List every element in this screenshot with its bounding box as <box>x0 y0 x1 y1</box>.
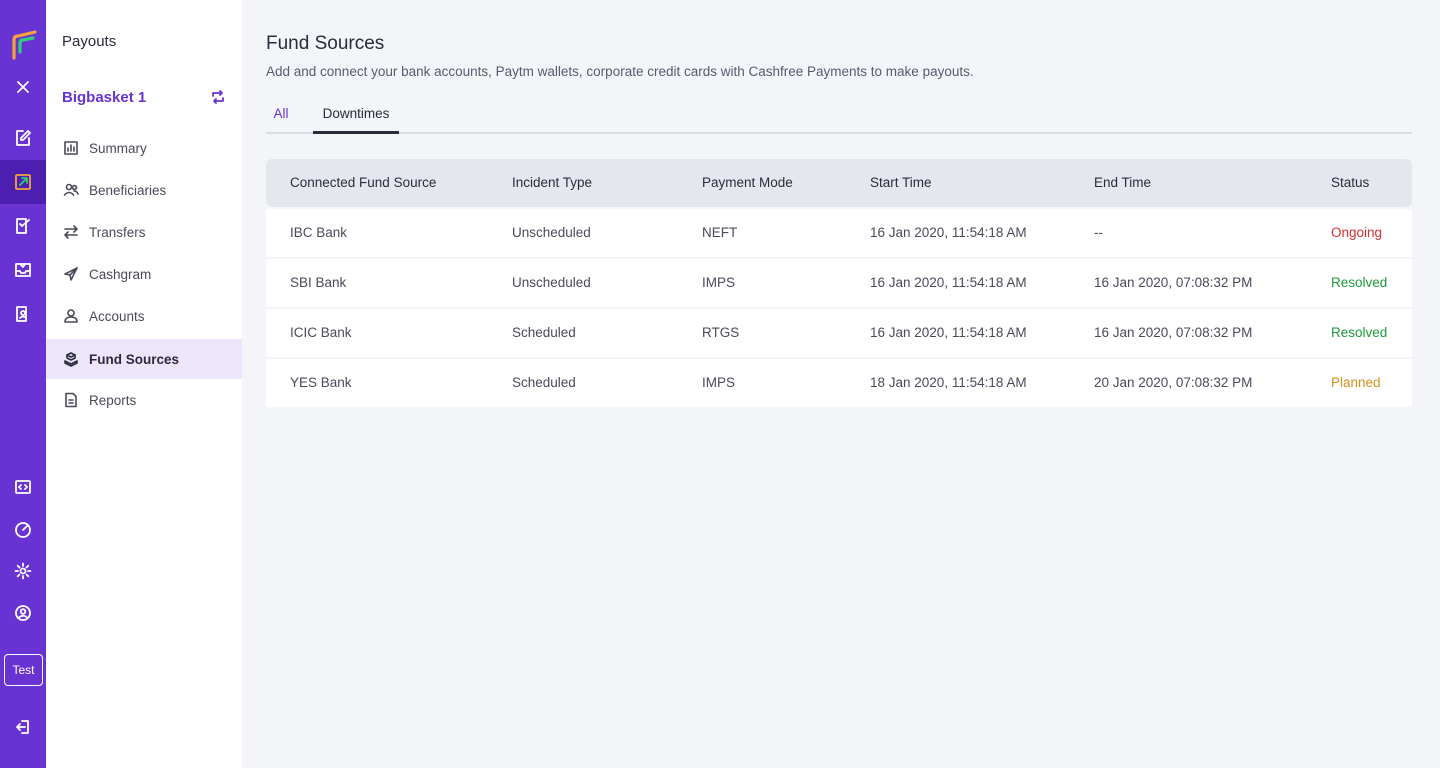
sidebar-item-summary[interactable]: Summary <box>46 128 242 168</box>
edit-document-icon[interactable] <box>0 116 46 160</box>
column-header-incident-type[interactable]: Incident Type <box>512 175 592 190</box>
checklist-icon[interactable] <box>0 204 46 248</box>
sidebar-item-label: Reports <box>89 392 137 408</box>
sidebar-item-fund-sources[interactable]: Fund Sources <box>46 339 242 379</box>
switch-account-icon[interactable] <box>210 89 226 105</box>
payouts-icon[interactable] <box>0 160 46 204</box>
cell-fund-source: YES Bank <box>290 375 352 390</box>
cell-start-time: 16 Jan 2020, 11:54:18 AM <box>870 225 1027 240</box>
cell-payment-mode: IMPS <box>702 275 736 290</box>
transfer-arrows-icon <box>63 224 79 240</box>
cell-start-time: 16 Jan 2020, 11:54:18 AM <box>870 275 1027 290</box>
cashfree-logo <box>12 30 37 60</box>
tab-downtimes[interactable]: Downtimes <box>313 98 399 134</box>
sidebar-item-label: Accounts <box>89 308 145 324</box>
document-icon <box>63 392 79 408</box>
table-row[interactable]: ICIC Bank Scheduled RTGS 16 Jan 2020, 11… <box>266 309 1412 357</box>
account-selector[interactable]: Bigbasket 1 <box>62 86 226 108</box>
sidebar-item-label: Fund Sources <box>89 351 180 367</box>
status-badge: Planned <box>1331 375 1381 390</box>
developer-code-icon[interactable] <box>0 465 46 509</box>
cell-end-time: 20 Jan 2020, 07:08:32 PM <box>1094 375 1253 390</box>
sidebar-item-reports[interactable]: Reports <box>46 380 242 420</box>
table-row[interactable]: SBI Bank Unscheduled IMPS 16 Jan 2020, 1… <box>266 259 1412 307</box>
page-title: Fund Sources <box>266 33 385 54</box>
send-plane-icon <box>63 266 79 282</box>
fund-sources-icon <box>63 351 79 367</box>
cell-end-time: 16 Jan 2020, 07:08:32 PM <box>1094 325 1253 340</box>
column-header-end-time[interactable]: End Time <box>1094 175 1151 190</box>
sidebar-item-label: Cashgram <box>89 266 152 282</box>
status-badge: Resolved <box>1331 325 1388 340</box>
sidebar-item-label: Beneficiaries <box>89 182 167 198</box>
cell-incident-type: Scheduled <box>512 375 576 390</box>
tab-bar: All Downtimes <box>266 98 1412 134</box>
users-icon <box>63 182 79 198</box>
tab-all[interactable]: All <box>266 98 296 134</box>
cell-fund-source: SBI Bank <box>290 275 347 290</box>
sidebar-item-transfers[interactable]: Transfers <box>46 212 242 252</box>
status-badge: Resolved <box>1331 275 1388 290</box>
logout-icon[interactable] <box>0 705 46 749</box>
sidebar-item-beneficiaries[interactable]: Beneficiaries <box>46 170 242 210</box>
payouts-sidebar: Payouts Bigbasket 1 Summary Beneficiarie… <box>46 0 242 768</box>
sidebar-item-cashgram[interactable]: Cashgram <box>46 254 242 294</box>
table-header: Connected Fund Source Incident Type Paym… <box>266 159 1412 207</box>
cell-end-time: 16 Jan 2020, 07:08:32 PM <box>1094 275 1253 290</box>
user-icon <box>63 308 79 324</box>
table-row[interactable]: IBC Bank Unscheduled NEFT 16 Jan 2020, 1… <box>266 209 1412 257</box>
dashboard-gauge-icon[interactable] <box>0 508 46 552</box>
cell-fund-source: IBC Bank <box>290 225 348 240</box>
column-header-status[interactable]: Status <box>1331 175 1369 190</box>
account-name: Bigbasket 1 <box>62 88 147 106</box>
close-icon[interactable] <box>0 65 46 109</box>
cell-start-time: 16 Jan 2020, 11:54:18 AM <box>870 325 1027 340</box>
column-header-fund-source[interactable]: Connected Fund Source <box>290 175 436 190</box>
page-subtitle: Add and connect your bank accounts, Payt… <box>266 64 974 79</box>
sidebar-item-accounts[interactable]: Accounts <box>46 296 242 336</box>
status-badge: Ongoing <box>1331 225 1383 240</box>
icon-rail: Test <box>0 0 46 768</box>
cell-incident-type: Scheduled <box>512 325 576 340</box>
mail-box-icon[interactable] <box>0 248 46 292</box>
cell-end-time: -- <box>1094 225 1103 240</box>
ledger-icon[interactable] <box>0 292 46 336</box>
cell-fund-source: ICIC Bank <box>290 325 352 340</box>
table-row[interactable]: YES Bank Scheduled IMPS 18 Jan 2020, 11:… <box>266 359 1412 407</box>
column-header-payment-mode[interactable]: Payment Mode <box>702 175 793 190</box>
cell-start-time: 18 Jan 2020, 11:54:18 AM <box>870 375 1027 390</box>
cell-incident-type: Unscheduled <box>512 225 591 240</box>
test-mode-badge[interactable]: Test <box>4 654 43 686</box>
cell-payment-mode: IMPS <box>702 375 736 390</box>
column-header-start-time[interactable]: Start Time <box>870 175 932 190</box>
downtimes-table: Connected Fund Source Incident Type Paym… <box>266 159 1412 407</box>
sidebar-item-label: Summary <box>89 140 147 156</box>
sidebar-title: Payouts <box>62 33 117 50</box>
gear-icon[interactable] <box>0 549 46 593</box>
cell-incident-type: Unscheduled <box>512 275 591 290</box>
cell-payment-mode: NEFT <box>702 225 738 240</box>
bar-chart-icon <box>63 140 79 156</box>
sidebar-item-label: Transfers <box>89 224 146 240</box>
cell-payment-mode: RTGS <box>702 325 740 340</box>
user-profile-icon[interactable] <box>0 591 46 635</box>
